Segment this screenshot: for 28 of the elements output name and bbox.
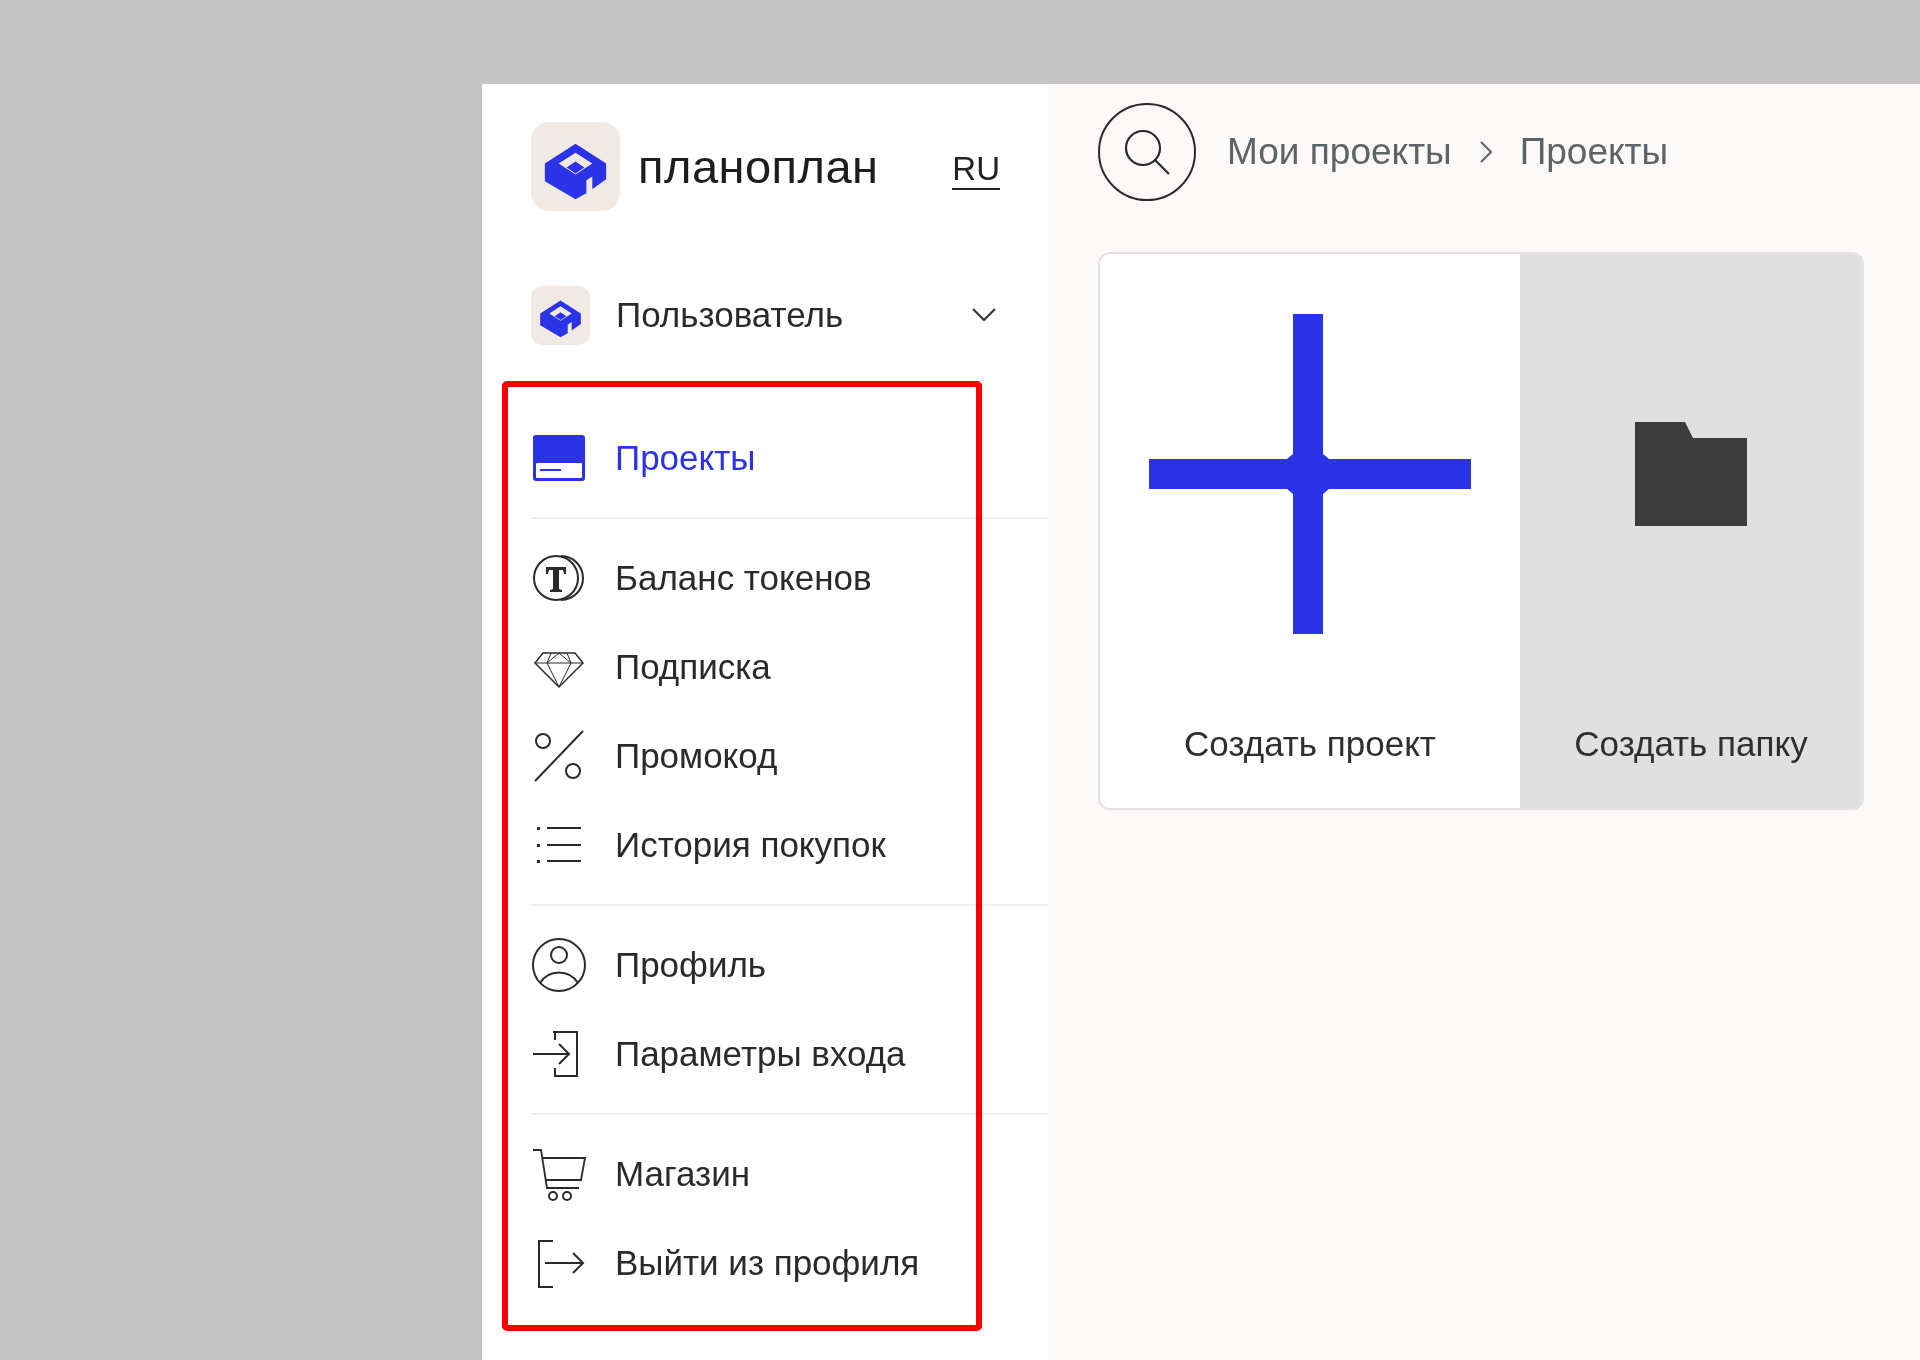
avatar-icon [531,285,590,345]
menu-item[interactable]: Промокод [531,720,778,792]
breadcrumb-link[interactable]: Мои проекты [1227,131,1452,173]
menu-item[interactable]: Магазин [531,1138,750,1210]
folder-icon [1635,422,1747,526]
menu-item[interactable]: Проекты [531,422,756,494]
brand-name: планоплан [638,139,879,194]
profile-icon [531,937,587,993]
menu-item[interactable]: Выйти из профиля [531,1227,920,1299]
language-switch[interactable]: RU [952,151,1000,190]
user-menu[interactable]: Пользователь [531,285,1000,345]
logo-icon [531,122,620,211]
plus-icon [1149,314,1471,634]
promo-icon [531,728,587,784]
create-project-card[interactable]: Создать проект [1100,254,1520,808]
menu-item[interactable]: Параметры входа [531,1018,906,1090]
menu-item[interactable]: Баланс токенов [531,542,872,614]
search-icon [1122,127,1172,177]
menu-item[interactable]: Профиль [531,929,767,1001]
breadcrumb-link[interactable]: Проекты [1519,131,1669,173]
search-button[interactable] [1098,103,1196,201]
menu-item[interactable]: История покупок [531,809,886,881]
create-folder-card[interactable]: Создать папку [1520,254,1862,808]
user-name: Пользователь [616,295,844,335]
menu-item[interactable]: Подписка [531,631,771,703]
chevron-right-icon [1479,141,1492,163]
chevron-icon [972,308,996,322]
shop-icon [531,1146,587,1202]
